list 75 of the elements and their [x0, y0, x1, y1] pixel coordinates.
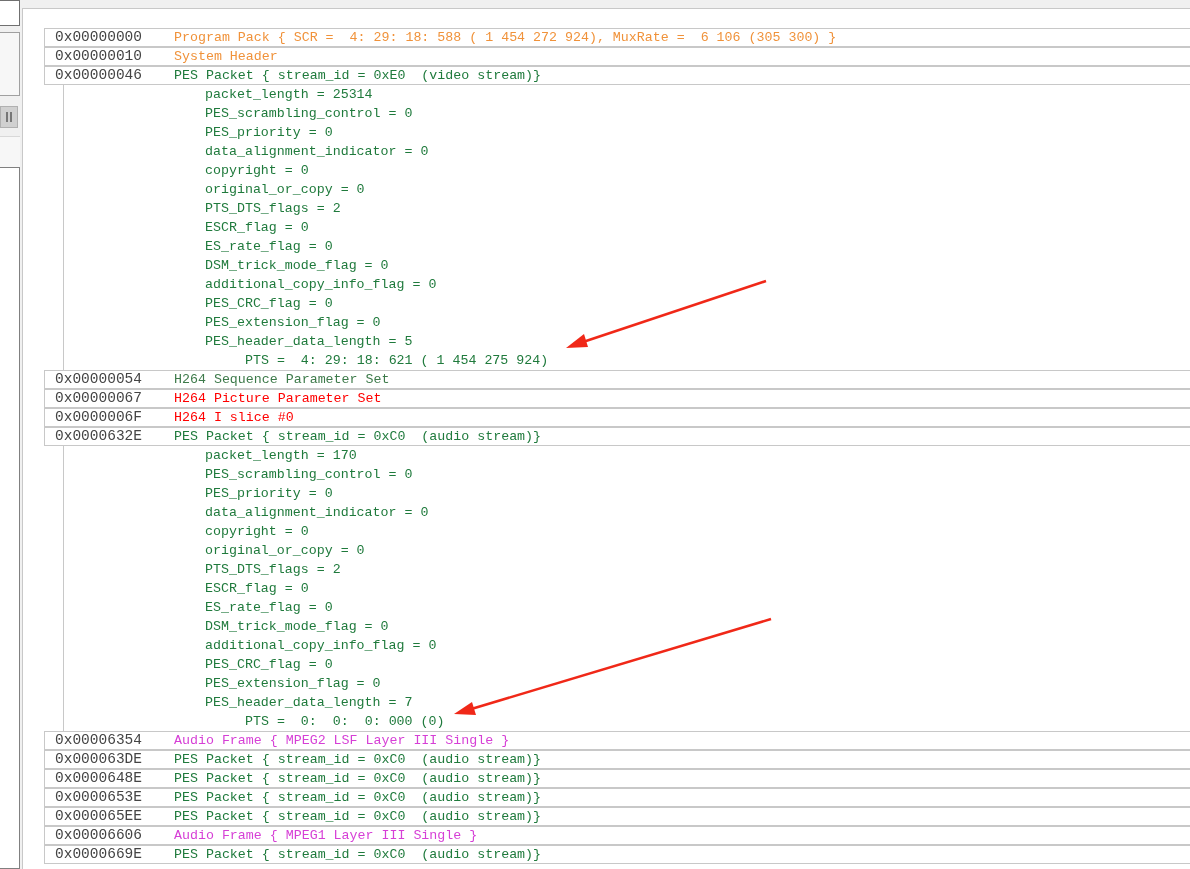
packet-row[interactable]: 0x00000010 System Header [44, 47, 1190, 66]
packet-text: Audio Frame { MPEG2 LSF Layer III Single } [174, 731, 510, 750]
address-text: 0x000063DE [54, 749, 143, 769]
address-text: 0x000065EE [54, 806, 143, 826]
packet-text: H264 Picture Parameter Set [174, 389, 382, 408]
pause-icon [5, 112, 13, 122]
packet-text: PES Packet { stream_id = 0xC0 (audio stream)} [174, 807, 542, 826]
address-text: 0x00000054 [54, 369, 143, 389]
packet-row[interactable]: 0x00006606 Audio Frame { MPEG1 Layer III Single } [44, 826, 1190, 845]
field-text: copyright = 0 [205, 522, 309, 541]
packet-text: PES Packet { stream_id = 0xE0 (video stream)} [174, 66, 542, 85]
packet-row[interactable]: 0x00000067 H264 Picture Parameter Set [44, 389, 1190, 408]
packet-row[interactable]: 0x000065EE PES Packet { stream_id = 0xC0 (audio stream)} [44, 807, 1190, 826]
field-text: PES_CRC_flag = 0 [205, 294, 333, 313]
packet-text: Audio Frame { MPEG1 Layer III Single } [174, 826, 478, 845]
field-text: DSM_trick_mode_flag = 0 [205, 617, 389, 636]
packet-row[interactable]: 0x00000000 Program Pack { SCR = 4: 29: 18: 588 ( 1 454 272 924), MuxRate = 6 106 (305 300) } [44, 28, 1190, 47]
field-text: packet_length = 25314 [205, 85, 373, 104]
field-text: copyright = 0 [205, 161, 309, 180]
field-text: ESCR_flag = 0 [205, 579, 309, 598]
address-text: 0x00000000 [54, 27, 143, 47]
field-text: PES_header_data_length = 7 [205, 693, 413, 712]
packet-row[interactable]: 0x0000632E PES Packet { stream_id = 0xC0 (audio stream)} [44, 427, 1190, 446]
packet-row[interactable]: 0x0000669E PES Packet { stream_id = 0xC0 (audio stream)} [44, 845, 1190, 864]
packet-row[interactable]: 0x00000046 PES Packet { stream_id = 0xE0 (video stream)} [44, 66, 1190, 85]
packet-row[interactable]: 0x0000653E PES Packet { stream_id = 0xC0 (audio stream)} [44, 788, 1190, 807]
timestamp-text: PTS = 4: 29: 18: 621 ( 1 454 275 924) [245, 351, 549, 370]
field-text: additional_copy_info_flag = 0 [205, 636, 437, 655]
packet-text: H264 I slice #0 [174, 408, 294, 427]
field-text: data_alignment_indicator = 0 [205, 142, 429, 161]
packet-row[interactable]: 0x0000006F H264 I slice #0 [44, 408, 1190, 427]
address-text: 0x0000669E [54, 844, 143, 864]
packet-text: H264 Sequence Parameter Set [174, 370, 390, 389]
address-text: 0x00006606 [54, 825, 143, 845]
packet-text: PES Packet { stream_id = 0xC0 (audio stream)} [174, 427, 542, 446]
field-text: PES_CRC_flag = 0 [205, 655, 333, 674]
address-text: 0x00000010 [54, 46, 143, 66]
packet-row[interactable]: 0x000063DE PES Packet { stream_id = 0xC0 (audio stream)} [44, 750, 1190, 769]
field-text: PES_priority = 0 [205, 484, 333, 503]
toolbar-button[interactable] [0, 0, 20, 26]
packet-text: PES Packet { stream_id = 0xC0 (audio stream)} [174, 750, 542, 769]
address-text: 0x0000648E [54, 768, 143, 788]
field-text: packet_length = 170 [205, 446, 357, 465]
packet-text: Program Pack { SCR = 4: 29: 18: 588 ( 1 454 272 924), MuxRate = 6 106 (305 300) } [174, 28, 837, 47]
field-text: PES_scrambling_control = 0 [205, 465, 413, 484]
address-text: 0x0000006F [54, 407, 143, 427]
pause-button[interactable] [0, 106, 18, 128]
field-text: PTS_DTS_flags = 2 [205, 560, 341, 579]
packet-text: PES Packet { stream_id = 0xC0 (audio stream)} [174, 769, 542, 788]
field-text: original_or_copy = 0 [205, 541, 365, 560]
packet-text: PES Packet { stream_id = 0xC0 (audio stream)} [174, 788, 542, 807]
address-text: 0x00000046 [54, 65, 143, 85]
address-text: 0x0000632E [54, 426, 143, 446]
packet-row[interactable]: 0x00000054 H264 Sequence Parameter Set [44, 370, 1190, 389]
field-text: DSM_trick_mode_flag = 0 [205, 256, 389, 275]
timestamp-text: PTS = 0: 0: 0: 000 (0) [245, 712, 445, 731]
packet-text: System Header [174, 47, 278, 66]
address-text: 0x0000653E [54, 787, 143, 807]
field-text: additional_copy_info_flag = 0 [205, 275, 437, 294]
field-text: ESCR_flag = 0 [205, 218, 309, 237]
field-text: PES_extension_flag = 0 [205, 313, 381, 332]
field-text: original_or_copy = 0 [205, 180, 365, 199]
field-text: data_alignment_indicator = 0 [205, 503, 429, 522]
field-text: PTS_DTS_flags = 2 [205, 199, 341, 218]
address-text: 0x00000067 [54, 388, 143, 408]
field-text: PES_priority = 0 [205, 123, 333, 142]
field-text: ES_rate_flag = 0 [205, 237, 333, 256]
field-text: PES_extension_flag = 0 [205, 674, 381, 693]
packet-row[interactable]: 0x00006354 Audio Frame { MPEG2 LSF Layer III Single } [44, 731, 1190, 750]
field-text: ES_rate_flag = 0 [205, 598, 333, 617]
packet-text: PES Packet { stream_id = 0xC0 (audio stream)} [174, 845, 542, 864]
field-text: PES_header_data_length = 5 [205, 332, 413, 351]
address-text: 0x00006354 [54, 730, 143, 750]
packet-row[interactable]: 0x0000648E PES Packet { stream_id = 0xC0 (audio stream)} [44, 769, 1190, 788]
field-text: PES_scrambling_control = 0 [205, 104, 413, 123]
